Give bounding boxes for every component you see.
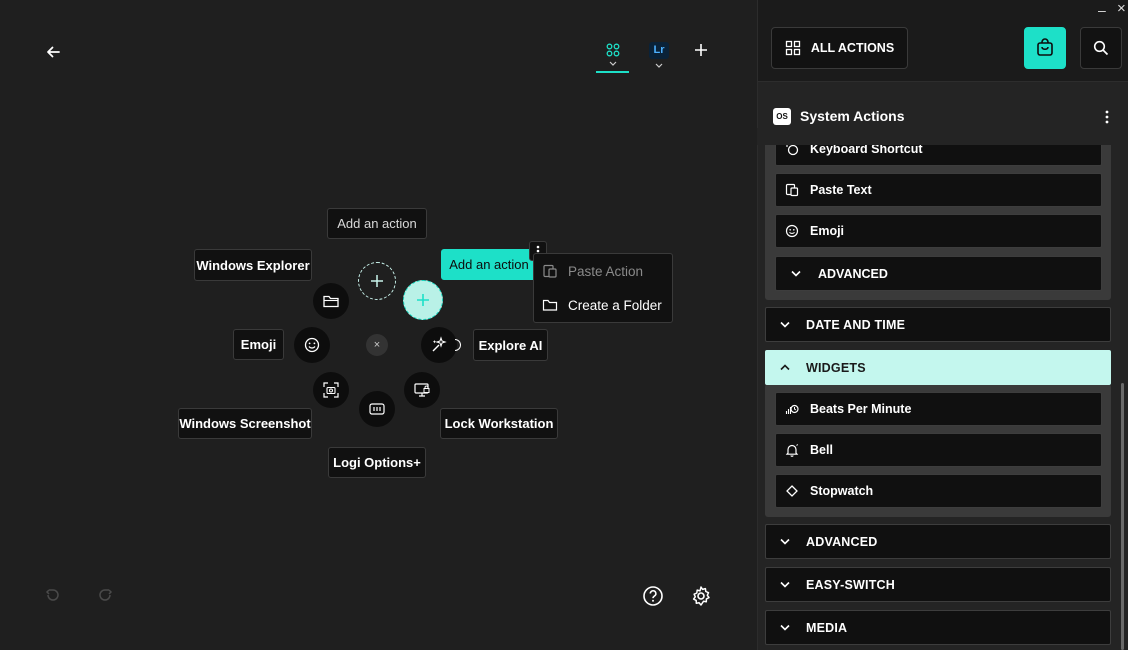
list-item-stopwatch[interactable]: Stopwatch bbox=[775, 474, 1102, 508]
active-tab-indicator bbox=[596, 71, 629, 73]
add-action-slot-active[interactable] bbox=[403, 280, 443, 320]
store-bag-icon bbox=[1037, 38, 1053, 56]
create-folder-menu-item[interactable]: Create a Folder bbox=[542, 297, 662, 313]
logi-options-action[interactable] bbox=[359, 391, 395, 427]
folder-icon bbox=[323, 295, 339, 308]
list-item-label: Paste Text bbox=[810, 183, 872, 197]
all-actions-label: ALL ACTIONS bbox=[810, 41, 895, 55]
advanced-subcategory[interactable]: ADVANCED bbox=[775, 256, 1102, 291]
search-button[interactable] bbox=[1080, 27, 1122, 69]
category-label: MEDIA bbox=[806, 620, 848, 635]
help-button[interactable] bbox=[641, 584, 665, 608]
app-tab-lightroom[interactable]: Lr bbox=[646, 38, 672, 72]
list-item-paste-text[interactable]: Paste Text bbox=[775, 173, 1102, 207]
lock-workstation-label[interactable]: Lock Workstation bbox=[440, 408, 558, 439]
category-label: EASY-SWITCH bbox=[806, 577, 896, 592]
all-actions-button[interactable]: ALL ACTIONS bbox=[771, 27, 908, 69]
category-media[interactable]: MEDIA bbox=[765, 610, 1111, 645]
add-action-active-label[interactable]: Add an action bbox=[441, 249, 537, 280]
add-app-button[interactable] bbox=[691, 40, 711, 60]
chevron-down-icon bbox=[780, 538, 792, 545]
list-item-label: Beats Per Minute bbox=[810, 402, 912, 416]
windows-explorer-action[interactable] bbox=[313, 283, 349, 319]
minimize-button[interactable]: – bbox=[1098, 2, 1106, 18]
paste-action-label: Paste Action bbox=[568, 263, 644, 279]
sparkle-ai-icon bbox=[432, 336, 447, 352]
help-icon bbox=[643, 586, 663, 606]
add-action-slot[interactable] bbox=[358, 262, 396, 300]
category-easy-switch[interactable]: EASY-SWITCH bbox=[765, 567, 1111, 602]
arrow-left-icon[interactable] bbox=[42, 41, 64, 63]
explore-ai-label[interactable]: Explore AI bbox=[473, 329, 548, 361]
gear-icon bbox=[692, 586, 710, 606]
list-item-emoji[interactable]: Emoji bbox=[775, 214, 1102, 248]
logi-options-icon bbox=[369, 403, 385, 415]
explore-ai-action[interactable] bbox=[421, 327, 457, 363]
emoji-label[interactable]: Emoji bbox=[233, 329, 284, 360]
category-widgets[interactable]: WIDGETS bbox=[765, 350, 1111, 385]
connector-decoration bbox=[455, 339, 461, 351]
metronome-icon bbox=[784, 401, 800, 417]
bell-icon bbox=[784, 442, 800, 458]
chevron-down-icon bbox=[609, 61, 617, 66]
folder-icon bbox=[542, 299, 558, 311]
sidebar-scrollbar[interactable] bbox=[1121, 383, 1124, 650]
paste-action-menu-item[interactable]: Paste Action bbox=[542, 263, 643, 279]
chevron-up-icon bbox=[780, 364, 792, 371]
plus-icon bbox=[371, 275, 383, 287]
paste-icon bbox=[543, 264, 557, 278]
list-item-bell[interactable]: Bell bbox=[775, 433, 1102, 467]
emoji-action[interactable] bbox=[294, 327, 330, 363]
category-label: ADVANCED bbox=[806, 534, 878, 549]
grid-icon bbox=[785, 40, 800, 56]
paste-text-icon bbox=[784, 182, 800, 198]
chevron-down-icon bbox=[780, 581, 792, 588]
undo-button[interactable] bbox=[43, 585, 63, 605]
close-window-button[interactable]: × bbox=[1117, 0, 1126, 17]
category-date-and-time[interactable]: DATE AND TIME bbox=[765, 307, 1111, 342]
lock-monitor-icon bbox=[414, 383, 430, 397]
smiley-icon bbox=[784, 223, 800, 239]
grid-app-icon bbox=[606, 43, 620, 57]
app-window: Lr Add an action Windows Explorer Add an… bbox=[0, 0, 1128, 650]
chevron-down-icon bbox=[788, 266, 804, 282]
section-header-area bbox=[757, 82, 1128, 145]
settings-button[interactable] bbox=[689, 584, 713, 608]
windows-explorer-label[interactable]: Windows Explorer bbox=[194, 249, 312, 281]
plus-icon bbox=[417, 294, 429, 306]
center-close-button[interactable]: × bbox=[366, 334, 388, 356]
category-label: ADVANCED bbox=[818, 266, 888, 281]
lightroom-app-icon: Lr bbox=[649, 41, 669, 59]
undo-icon bbox=[45, 589, 59, 601]
create-folder-label: Create a Folder bbox=[568, 297, 662, 313]
list-item-label: Bell bbox=[810, 443, 833, 457]
logi-options-label[interactable]: Logi Options+ bbox=[328, 447, 426, 478]
chevron-down-icon bbox=[780, 624, 792, 631]
plus-icon bbox=[695, 44, 707, 56]
app-tab-all[interactable] bbox=[598, 38, 628, 72]
screenshot-icon bbox=[323, 382, 339, 398]
add-action-label[interactable]: Add an action bbox=[327, 208, 427, 239]
stopwatch-diamond-icon bbox=[784, 483, 800, 499]
canvas: Lr Add an action Windows Explorer Add an… bbox=[0, 0, 757, 650]
context-menu: Paste Action Create a Folder bbox=[533, 253, 673, 323]
redo-icon bbox=[99, 589, 113, 601]
list-item-label: Emoji bbox=[810, 224, 845, 238]
chevron-down-icon bbox=[780, 321, 792, 328]
redo-button[interactable] bbox=[95, 585, 115, 605]
list-item-beats-per-minute[interactable]: Beats Per Minute bbox=[775, 392, 1102, 426]
category-label: WIDGETS bbox=[806, 360, 866, 375]
marketplace-button[interactable] bbox=[1024, 27, 1066, 69]
search-icon bbox=[1093, 40, 1109, 56]
list-item-label: Stopwatch bbox=[810, 484, 874, 498]
lock-workstation-action[interactable] bbox=[404, 372, 440, 408]
windows-screenshot-action[interactable] bbox=[313, 372, 349, 408]
chevron-down-icon bbox=[655, 63, 663, 68]
category-advanced[interactable]: ADVANCED bbox=[765, 524, 1111, 559]
windows-screenshot-label[interactable]: Windows Screenshot bbox=[178, 408, 312, 439]
category-label: DATE AND TIME bbox=[806, 317, 906, 332]
smiley-icon bbox=[304, 337, 320, 353]
